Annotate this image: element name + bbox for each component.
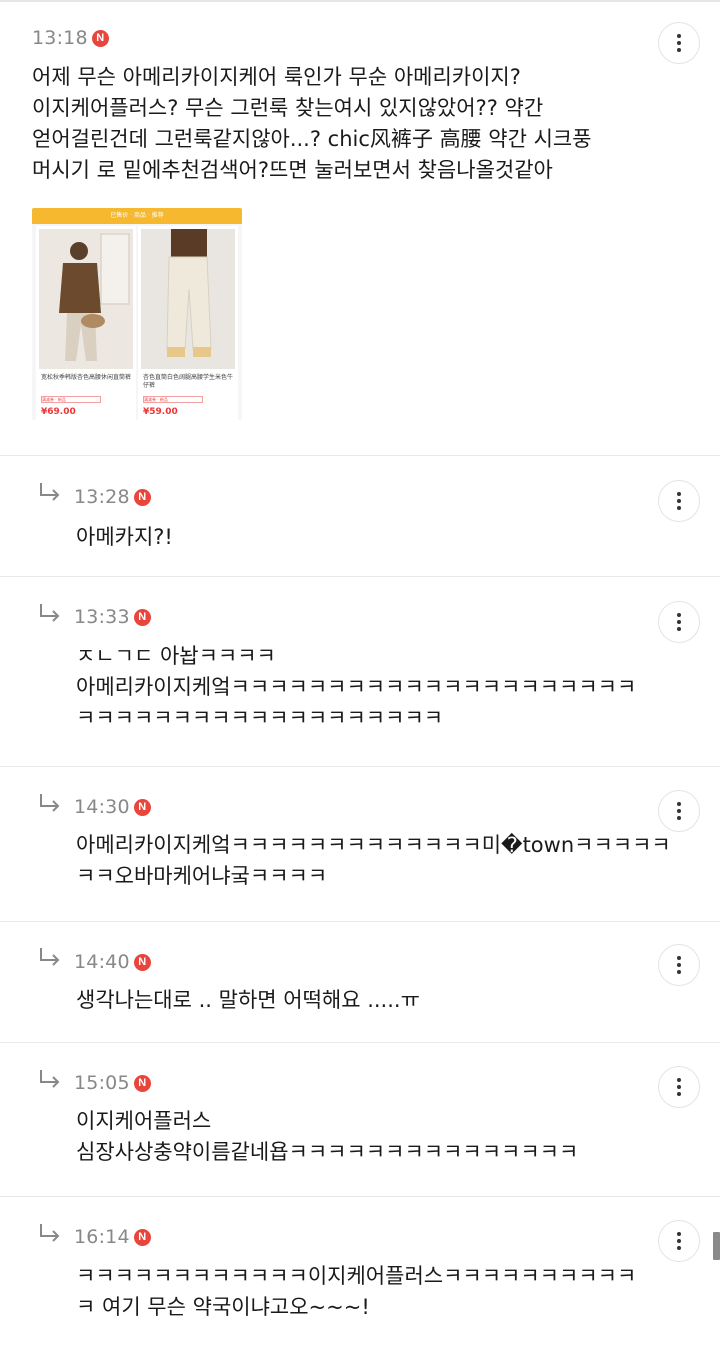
more-vertical-icon: [677, 1232, 681, 1250]
comment-meta: 13:28 N: [74, 484, 151, 510]
more-vertical-icon: [677, 613, 681, 631]
comment-time: 14:30: [74, 796, 130, 818]
new-badge: N: [133, 488, 151, 506]
product-price: ¥69.00: [41, 407, 76, 417]
reply-arrow-icon: [40, 794, 60, 812]
reply-arrow-icon: [40, 483, 60, 501]
more-options-button[interactable]: [658, 601, 700, 643]
more-options-button[interactable]: [658, 1066, 700, 1108]
more-vertical-icon: [677, 956, 681, 974]
comment-meta: 15:05 N: [74, 1070, 151, 1096]
new-badge: N: [133, 1228, 151, 1246]
reply-item: 16:14 N ㅋㅋㅋㅋㅋㅋㅋㅋㅋㅋㅋㅋ이지케어플러스ㅋㅋㅋㅋㅋㅋㅋㅋㅋㅋ ㅋ …: [0, 1197, 720, 1346]
more-options-button[interactable]: [658, 480, 700, 522]
product-caption: 杏色直筒白色阔腿高腰学生米色牛仔裤: [143, 374, 234, 389]
product-card: 杏色直筒白色阔腿高腰学生米色牛仔裤 满减券 · 新品 ¥59.00: [138, 226, 238, 420]
product-tag: 满减券 · 新品: [41, 396, 101, 403]
product-card: 宽松秋季韩版杏色高腰休闲直筒裤 满减券 · 新品 ¥69.00: [36, 226, 136, 420]
more-options-button[interactable]: [658, 944, 700, 986]
more-options-button[interactable]: [658, 790, 700, 832]
comment-item: 13:18 N 어제 무슨 아메리카이지케어 룩인가 무순 아메리카이지? 이지…: [0, 0, 720, 456]
comment-meta: 13:33 N: [74, 604, 151, 630]
more-vertical-icon: [677, 1078, 681, 1096]
comment-text: ㅋㅋㅋㅋㅋㅋㅋㅋㅋㅋㅋㅋ이지케어플러스ㅋㅋㅋㅋㅋㅋㅋㅋㅋㅋ ㅋ 여기 무슨 약국…: [76, 1264, 637, 1319]
comment-meta: 16:14 N: [74, 1224, 151, 1250]
new-badge: N: [133, 953, 151, 971]
product-caption: 宽松秋季韩版杏色高腰休闲直筒裤: [41, 374, 132, 381]
comment-time: 14:40: [74, 951, 130, 973]
image-banner: 已售价 · 商品 · 推荐: [32, 208, 242, 224]
product-photo: [141, 229, 235, 369]
reply-item: 15:05 N 이지케어플러스 심장사상충약이름같네욥ㅋㅋㅋㅋㅋㅋㅋㅋㅋㅋㅋㅋㅋ…: [0, 1043, 720, 1197]
more-options-button[interactable]: [658, 22, 700, 64]
comment-meta: 13:18 N: [32, 25, 109, 51]
comment-text: 어제 무슨 아메리카이지케어 룩인가 무순 아메리카이지? 이지케어플러스? 무…: [32, 65, 592, 182]
more-options-button[interactable]: [658, 1220, 700, 1262]
reply-arrow-icon: [40, 1224, 60, 1242]
reply-arrow-icon: [40, 604, 60, 622]
comment-meta: 14:30 N: [74, 794, 151, 820]
comment-time: 15:05: [74, 1072, 130, 1094]
comment-time: 13:33: [74, 606, 130, 628]
new-badge: N: [133, 1074, 151, 1092]
reply-item: 13:33 N ㅈㄴㄱㄷ 아놥ㅋㅋㅋㅋ 아메리카이지케엌ㅋㅋㅋㅋㅋㅋㅋㅋㅋㅋㅋㅋ…: [0, 577, 720, 767]
product-tag: 满减券 · 新品: [143, 396, 203, 403]
comment-text: 아메카지?!: [76, 525, 173, 549]
reply-item: 14:30 N 아메리카이지케엌ㅋㅋㅋㅋㅋㅋㅋㅋㅋㅋㅋㅋㅋ미�townㅋㅋㅋㅋㅋ…: [0, 767, 720, 922]
more-vertical-icon: [677, 34, 681, 52]
reply-item: 14:40 N 생각나는대로 .. 말하면 어떡해요 .....ㅠ: [0, 922, 720, 1043]
comment-text: 아메리카이지케엌ㅋㅋㅋㅋㅋㅋㅋㅋㅋㅋㅋㅋㅋ미�townㅋㅋㅋㅋㅋ ㅋㅋ오바마케어…: [76, 833, 671, 888]
attached-image[interactable]: 已售价 · 商品 · 推荐 宽松秋季韩版杏色高腰休闲直筒裤 满减券 · 新品 ¥…: [32, 208, 242, 420]
comment-text: 이지케어플러스 심장사상충약이름같네욥ㅋㅋㅋㅋㅋㅋㅋㅋㅋㅋㅋㅋㅋㅋㅋ: [76, 1109, 579, 1164]
reply-arrow-icon: [40, 1070, 60, 1088]
comment-meta: 14:40 N: [74, 949, 151, 975]
comment-text: 생각나는대로 .. 말하면 어떡해요 .....ㅠ: [76, 988, 420, 1012]
comment-time: 13:28: [74, 486, 130, 508]
reply-item: 13:28 N 아메카지?!: [0, 456, 720, 577]
comment-time: 13:18: [32, 27, 88, 49]
comment-time: 16:14: [74, 1226, 130, 1248]
reply-arrow-icon: [40, 948, 60, 966]
more-vertical-icon: [677, 492, 681, 510]
new-badge: N: [133, 608, 151, 626]
product-price: ¥59.00: [143, 407, 178, 417]
comment-text: ㅈㄴㄱㄷ 아놥ㅋㅋㅋㅋ 아메리카이지케엌ㅋㅋㅋㅋㅋㅋㅋㅋㅋㅋㅋㅋㅋㅋㅋㅋㅋㅋㅋㅋ…: [76, 644, 637, 730]
new-badge: N: [133, 798, 151, 816]
new-badge: N: [91, 29, 109, 47]
scrollbar-thumb[interactable]: [713, 1232, 720, 1260]
more-vertical-icon: [677, 802, 681, 820]
product-photo: [39, 229, 133, 369]
